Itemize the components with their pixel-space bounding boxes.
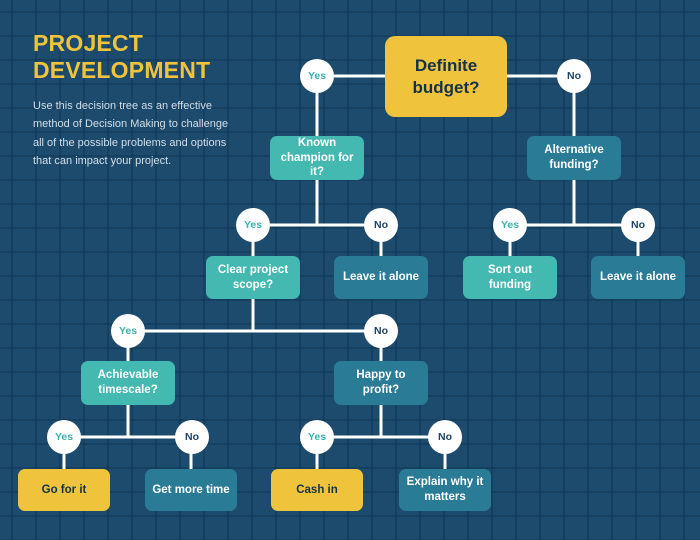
branch-label: No <box>185 431 199 443</box>
node-explain-why-it-matters[interactable]: Explain why it matters <box>399 469 491 511</box>
page-subtitle: Use this decision tree as an effective m… <box>33 100 229 167</box>
node-alternative-funding-label: Alternative funding? <box>544 144 604 171</box>
node-definite-budget[interactable]: Definite budget? <box>385 36 507 117</box>
node-known-champion[interactable]: Known champion for it? <box>270 136 364 180</box>
branch-no-known-champion[interactable]: No <box>364 208 398 242</box>
node-leave-it-alone-champion[interactable]: Leave it alone <box>334 256 428 299</box>
node-happy-to-profit-label: Happy to profit? <box>356 369 406 396</box>
branch-label: Yes <box>118 325 138 337</box>
branch-no-definite-budget[interactable]: No <box>557 59 591 93</box>
branch-label: No <box>374 219 388 231</box>
branch-no-alternative-funding[interactable]: No <box>621 208 655 242</box>
node-leave-it-alone-label: Leave it alone <box>599 271 677 284</box>
branch-label: No <box>374 325 388 337</box>
branch-label: Yes <box>500 219 520 231</box>
page-title: PROJECT DEVELOPMENT <box>33 30 211 83</box>
node-achievable-timescale[interactable]: Achievable timescale? <box>81 361 175 405</box>
node-get-more-time[interactable]: Get more time <box>145 469 237 511</box>
node-get-more-time-label: Get more time <box>152 483 230 496</box>
branch-yes-alternative-funding[interactable]: Yes <box>493 208 527 242</box>
branch-label: No <box>567 70 581 82</box>
node-leave-it-alone-funding[interactable]: Leave it alone <box>591 256 685 299</box>
branch-label: Yes <box>307 431 327 443</box>
node-definite-budget-label: Definite budget? <box>412 55 480 97</box>
node-go-for-it-label: Go for it <box>41 483 87 496</box>
branch-no-happy-to-profit[interactable]: No <box>428 420 462 454</box>
header-block: PROJECT DEVELOPMENT Use this decision tr… <box>33 30 238 170</box>
node-clear-project-scope[interactable]: Clear project scope? <box>206 256 300 299</box>
node-leave-it-alone-label: Leave it alone <box>342 271 420 284</box>
node-sort-out-funding[interactable]: Sort out funding <box>463 256 557 299</box>
branch-no-achievable-timescale[interactable]: No <box>175 420 209 454</box>
branch-label: Yes <box>54 431 74 443</box>
branch-yes-clear-project-scope[interactable]: Yes <box>111 314 145 348</box>
branch-yes-known-champion[interactable]: Yes <box>236 208 270 242</box>
node-explain-why-it-matters-label: Explain why it matters <box>406 476 484 503</box>
branch-label: Yes <box>307 70 327 82</box>
branch-label: Yes <box>243 219 263 231</box>
branch-yes-happy-to-profit[interactable]: Yes <box>300 420 334 454</box>
node-clear-project-scope-label: Clear project scope? <box>217 263 289 291</box>
node-known-champion-label: Known champion for it? <box>280 136 354 179</box>
branch-yes-definite-budget[interactable]: Yes <box>300 59 334 93</box>
node-happy-to-profit[interactable]: Happy to profit? <box>334 361 428 405</box>
node-achievable-timescale-label: Achievable timescale? <box>97 369 159 396</box>
node-go-for-it[interactable]: Go for it <box>18 469 110 511</box>
node-sort-out-funding-label: Sort out funding <box>487 263 533 291</box>
branch-label: No <box>438 431 452 443</box>
branch-yes-achievable-timescale[interactable]: Yes <box>47 420 81 454</box>
node-cash-in-label: Cash in <box>296 483 338 496</box>
branch-label: No <box>631 219 645 231</box>
branch-no-clear-project-scope[interactable]: No <box>364 314 398 348</box>
decision-tree-canvas: PROJECT DEVELOPMENT Use this decision tr… <box>0 0 700 540</box>
node-alternative-funding[interactable]: Alternative funding? <box>527 136 621 180</box>
node-cash-in[interactable]: Cash in <box>271 469 363 511</box>
